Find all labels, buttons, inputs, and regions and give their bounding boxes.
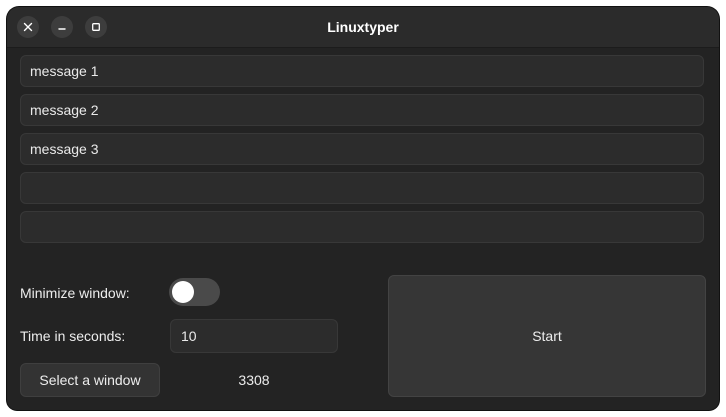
message-input-5[interactable] xyxy=(20,211,704,243)
message-input-3[interactable]: message 3 xyxy=(20,133,704,165)
message-input-1[interactable]: message 1 xyxy=(20,55,704,87)
minimize-window-label: Minimize window: xyxy=(20,285,130,301)
message-input-4[interactable] xyxy=(20,172,704,204)
app-window: Linuxtyper message 1 message 2 message 3… xyxy=(7,7,719,410)
time-seconds-input[interactable]: 10 xyxy=(170,319,338,353)
time-seconds-label: Time in seconds: xyxy=(20,328,126,344)
minimize-window-switch[interactable] xyxy=(169,278,220,306)
start-button[interactable]: Start xyxy=(388,275,706,397)
switch-knob xyxy=(172,281,194,303)
window-title: Linuxtyper xyxy=(327,19,399,35)
title-bar[interactable]: Linuxtyper xyxy=(7,7,719,48)
selected-window-id: 3308 xyxy=(238,372,270,388)
select-window-button[interactable]: Select a window xyxy=(20,363,160,397)
start-button-label: Start xyxy=(532,328,562,344)
message-input-2[interactable]: message 2 xyxy=(20,94,704,126)
